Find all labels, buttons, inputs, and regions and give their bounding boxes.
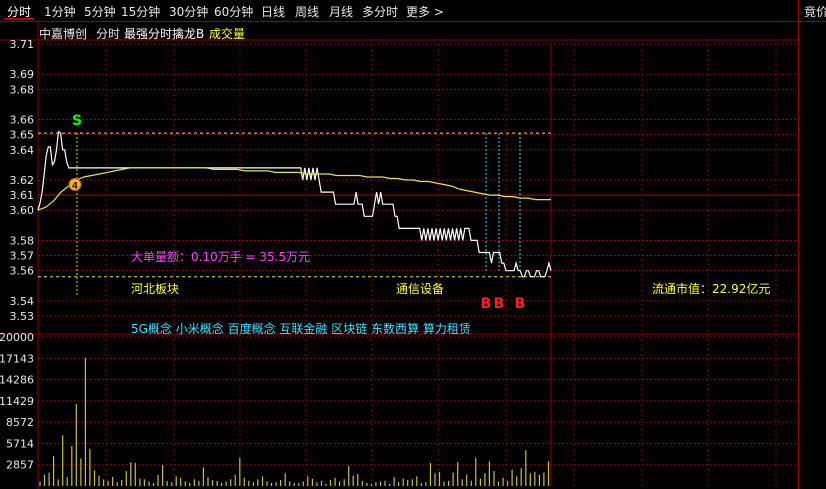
concept-tags: 5G概念 小米概念 百度概念 互联金融 区块链 东数西算 算力租赁 [131,322,471,336]
price-tick-label: 3.62 [10,174,35,187]
buy-marker: B [481,296,492,312]
price-tick-label: 3.68 [10,83,35,96]
volume-tick-label: 11429 [0,395,34,408]
indicator-name[interactable]: 最强分时擒龙B [124,25,204,42]
price-tick-label: 3.61 [10,189,35,202]
volume-label: 成交量 [209,27,246,41]
industry-label: 通信设备 [396,282,445,296]
volume-tick-label: 2857 [6,459,34,472]
price-tick-label: 3.71 [10,38,35,51]
buy-marker: B [494,296,505,312]
chart-type-label: 分时 [96,27,121,41]
price-tick-label: 3.65 [10,129,35,142]
price-tick-label: 3.53 [10,310,35,323]
stock-name: 中嘉博创 [39,27,88,41]
price-tick-label: 3.60 [10,204,35,217]
sell-marker: S [72,113,82,129]
price-tick-label: 3.66 [10,114,35,127]
volume-tick-label: 20000 [0,331,34,344]
signal-dot-label: 4 [72,182,78,192]
intraday-chart[interactable]: 3.71 3.69 3.68 3.66 3.65 3.64 3.62 3.61 3.60 3.58… [0,0,826,489]
price-tick-label: 3.58 [10,234,35,247]
market-cap-label: 流通市值：22.92亿元 [652,282,771,296]
price-tick-label: 3.56 [10,265,35,278]
big-order-amount: 大单量额：0.10万手 = 35.5万元 [131,250,311,264]
average-price-line [37,167,551,211]
volume-tick-label: 5714 [6,437,34,450]
volume-tick-label: 17143 [0,352,34,365]
volume-tick-label: 14286 [0,374,34,387]
price-tick-label: 3.57 [10,250,35,263]
buy-marker: B [515,296,526,312]
price-tick-label: 3.64 [10,144,35,157]
price-tick-label: 3.54 [10,295,35,308]
price-tick-label: 3.69 [10,68,35,81]
sector-label: 河北板块 [131,282,180,296]
volume-tick-label: 8572 [6,416,34,429]
